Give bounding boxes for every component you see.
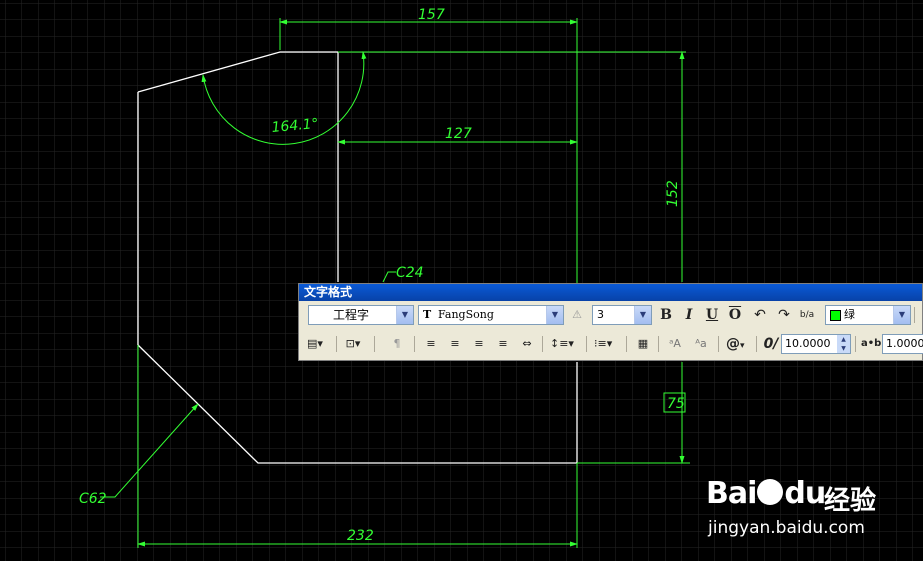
separator (626, 336, 627, 352)
dim-152-label: 152 (665, 180, 681, 207)
style-value: 工程字 (333, 308, 370, 322)
separator (336, 336, 337, 352)
style-dropdown[interactable]: 工程字 ▼ (308, 305, 414, 325)
separator (855, 336, 856, 352)
toolbar-row-1: 工程字 ▼ T FangSong ▼ ⚠ 3 ▼ B I U O ↶ ↷ b/a… (302, 303, 922, 329)
justify-icon[interactable]: ≡ (494, 334, 512, 354)
chevron-down-icon: ▼ (396, 306, 413, 324)
watermark-brand: Bai du (706, 476, 826, 511)
mtext-justification-icon[interactable]: ⊡▾ (344, 334, 362, 354)
chevron-down-icon: ▼ (893, 306, 910, 324)
chevron-down-icon: ▼ (546, 306, 563, 324)
underline-button[interactable]: U (703, 305, 721, 325)
watermark-brand-bai: Bai (706, 476, 757, 511)
italic-button[interactable]: I (680, 305, 698, 325)
separator (414, 336, 415, 352)
font-value: FangSong (438, 308, 494, 321)
symbol-button[interactable]: @▾ (726, 334, 745, 354)
line-spacing-icon[interactable]: ↕≡▾ (550, 334, 574, 354)
oblique-angle-icon: 0/ (763, 336, 779, 352)
toolbar-title[interactable]: 文字格式 (299, 284, 922, 301)
color-name: 绿 (844, 308, 855, 321)
color-dropdown[interactable]: 绿 ▼ (825, 305, 911, 325)
stack-button[interactable]: b/a (798, 305, 816, 325)
chevron-down-icon: ▼ (634, 306, 651, 324)
text-format-toolbar: 文字格式 工程字 ▼ T FangSong ▼ ⚠ 3 ▼ B I U O ↶ … (298, 283, 923, 361)
dim-c62-label: C62 (79, 491, 107, 507)
undo-icon[interactable]: ↶ (751, 305, 769, 325)
chevron-down-icon: ▾ (740, 341, 745, 351)
distribute-icon[interactable]: ⇔ (518, 334, 536, 354)
annotative-icon[interactable]: ⚠ (568, 305, 586, 325)
tracking-input[interactable]: 1.0000 (882, 334, 923, 354)
uppercase-icon[interactable]: ᵃA (666, 334, 684, 354)
insert-field-icon[interactable]: ▦ (634, 334, 652, 354)
oblique-angle-input[interactable]: 10.0000 ▲ ▼ (781, 334, 851, 354)
separator (586, 336, 587, 352)
separator (756, 336, 757, 352)
lowercase-icon[interactable]: ᴬa (692, 334, 710, 354)
watermark-url: jingyan.baidu.com (708, 518, 865, 538)
color-value: 绿 (830, 306, 855, 324)
numbering-icon[interactable]: ⁝≡▾ (594, 334, 612, 354)
separator (374, 336, 375, 352)
bold-button[interactable]: B (657, 305, 675, 325)
dim-127-label: 127 (445, 126, 472, 142)
paw-icon (757, 479, 784, 505)
overline-button[interactable]: O (726, 305, 744, 325)
separator (718, 336, 719, 352)
columns-icon[interactable]: ▤▾ (306, 334, 324, 354)
separator (658, 336, 659, 352)
paragraph-icon[interactable]: ¶ (388, 334, 406, 354)
separator (914, 307, 915, 323)
symbol-label: @ (726, 336, 740, 352)
align-left-icon[interactable]: ≡ (422, 334, 440, 354)
text-height-value: 3 (597, 308, 604, 321)
toolbar-row-2: ▤▾ ⊡▾ ¶ ≡ ≡ ≡ ≡ ⇔ ↕≡▾ ⁝≡▾ ▦ ᵃA ᴬa @▾ 0/ … (302, 332, 923, 358)
font-type-icon: T (423, 308, 432, 321)
font-dropdown[interactable]: T FangSong ▼ (418, 305, 564, 325)
align-right-icon[interactable]: ≡ (470, 334, 488, 354)
watermark: Bai du 经验 jingyan.baidu.com (706, 460, 906, 550)
watermark-product: 经验 (824, 486, 877, 516)
spinner-icon[interactable]: ▲ ▼ (837, 335, 850, 353)
watermark-brand-du: du (784, 476, 826, 511)
oblique-angle-value: 10.0000 (785, 337, 831, 350)
separator (542, 336, 543, 352)
dim-157-label: 157 (418, 7, 445, 23)
text-height-dropdown[interactable]: 3 ▼ (592, 305, 652, 325)
dim-75-label: 75 (667, 396, 685, 412)
dim-c24-label: C24 (396, 265, 424, 281)
align-center-icon[interactable]: ≡ (446, 334, 464, 354)
dim-232-label: 232 (347, 528, 374, 544)
tracking-icon: a•b (861, 338, 882, 349)
color-swatch (830, 309, 841, 321)
redo-icon[interactable]: ↷ (775, 305, 793, 325)
tracking-value: 1.0000 (886, 337, 923, 350)
